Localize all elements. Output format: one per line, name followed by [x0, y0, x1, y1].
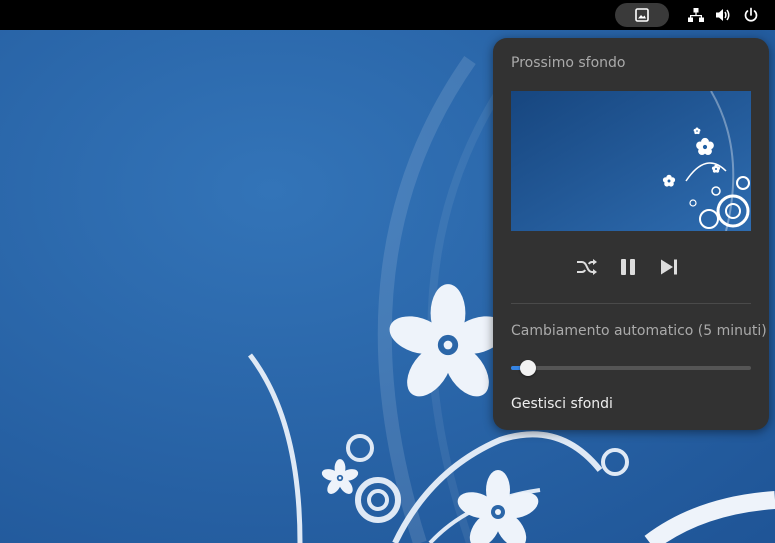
- manage-wallpapers-button[interactable]: Gestisci sfondi: [511, 396, 613, 412]
- wallpaper-indicator-button[interactable]: [615, 3, 669, 27]
- wallpaper-menu-popup: Prossimo sfondo Cambiamento automatico (…: [493, 38, 769, 430]
- power-icon: [744, 7, 758, 22]
- shuffle-icon: [577, 259, 597, 275]
- next-wallpaper-preview[interactable]: [511, 91, 751, 231]
- menu-separator: [511, 303, 751, 304]
- slider-handle[interactable]: [520, 360, 536, 376]
- pause-button[interactable]: [616, 255, 640, 279]
- pause-icon: [621, 259, 635, 275]
- power-indicator[interactable]: [740, 3, 762, 27]
- shuffle-button[interactable]: [575, 255, 599, 279]
- slider-track[interactable]: [511, 366, 751, 370]
- popup-title: Prossimo sfondo: [511, 55, 626, 71]
- image-icon: [635, 8, 649, 22]
- top-bar: [0, 0, 775, 30]
- skip-next-icon: [661, 259, 677, 275]
- network-indicator[interactable]: [685, 3, 707, 27]
- wallpaper-controls: [511, 252, 751, 282]
- network-wired-icon: [688, 8, 704, 22]
- auto-change-interval-slider[interactable]: [511, 359, 751, 377]
- volume-indicator[interactable]: [712, 3, 734, 27]
- volume-icon: [716, 9, 730, 21]
- auto-change-label: Cambiamento automatico (5 minuti): [511, 323, 767, 339]
- next-wallpaper-button[interactable]: [657, 255, 681, 279]
